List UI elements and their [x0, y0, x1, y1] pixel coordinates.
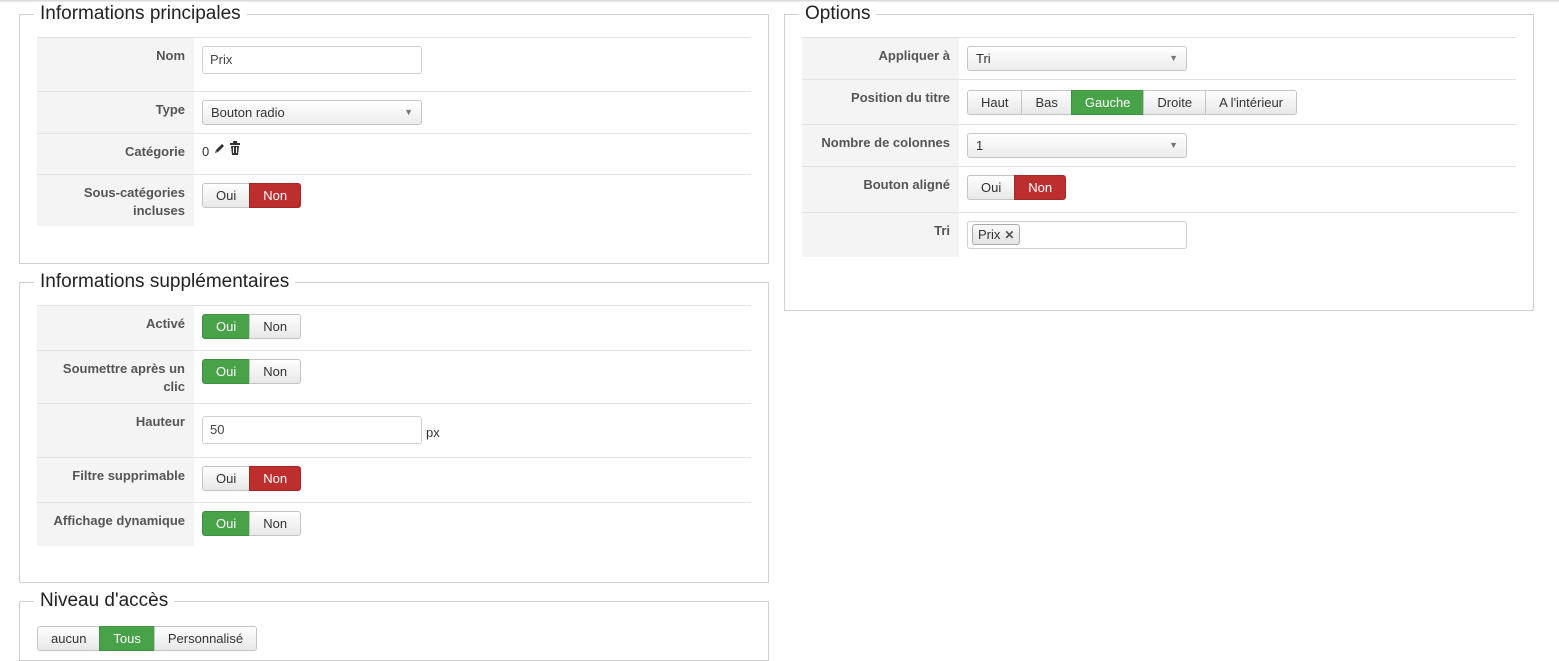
position-toggle: Haut Bas Gauche Droite A l'intérieur	[967, 90, 1298, 115]
row-type: Type Bouton radio ▼	[37, 91, 751, 133]
row-active: Activé Oui Non	[37, 305, 751, 350]
access-title: Niveau d'accès	[34, 589, 175, 613]
hauteur-label: Hauteur	[37, 404, 194, 457]
row-nom: Nom Prix	[37, 37, 751, 91]
affichage-toggle: Oui Non	[202, 511, 302, 536]
colonnes-value: 1	[976, 138, 984, 153]
position-interieur-button[interactable]: A l'intérieur	[1205, 90, 1298, 115]
colonnes-select[interactable]: 1 ▼	[967, 133, 1187, 158]
row-hauteur: Hauteur 50 px	[37, 403, 751, 457]
sous-categories-label: Sous-catégories incluses	[37, 175, 194, 226]
sous-categories-toggle: Oui Non	[202, 183, 302, 208]
sous-categories-non-button[interactable]: Non	[249, 183, 302, 208]
bouton-aligne-label: Bouton aligné	[802, 167, 959, 212]
soumettre-toggle: Oui Non	[202, 359, 302, 384]
row-soumettre: Soumettre après un clic Oui Non	[37, 350, 751, 403]
affichage-label: Affichage dynamique	[37, 503, 194, 546]
trash-icon[interactable]	[229, 141, 241, 158]
filtre-label: Filtre supprimable	[37, 458, 194, 502]
options-panel: Options Appliquer à Tri ▼ Position du ti…	[784, 2, 1534, 311]
appliquer-label: Appliquer à	[802, 38, 959, 79]
caret-down-icon: ▼	[404, 107, 413, 117]
bouton-aligne-toggle: Oui Non	[967, 175, 1067, 200]
row-position: Position du titre Haut Bas Gauche Droite…	[802, 79, 1516, 124]
filtre-toggle: Oui Non	[202, 466, 302, 491]
access-level-toggle: aucun Tous Personnalisé	[37, 626, 258, 651]
hauteur-unit: px	[426, 425, 440, 440]
position-label: Position du titre	[802, 80, 959, 124]
row-filtre: Filtre supprimable Oui Non	[37, 457, 751, 502]
row-affichage: Affichage dynamique Oui Non	[37, 502, 751, 546]
active-label: Activé	[37, 306, 194, 350]
soumettre-label: Soumettre après un clic	[37, 351, 194, 403]
row-categorie: Catégorie 0	[37, 133, 751, 174]
row-bouton-aligne: Bouton aligné Oui Non	[802, 166, 1516, 212]
main-info-title: Informations principales	[34, 2, 247, 26]
access-tous-button[interactable]: Tous	[99, 626, 155, 651]
position-haut-button[interactable]: Haut	[967, 90, 1023, 115]
row-sous-categories: Sous-catégories incluses Oui Non	[37, 174, 751, 226]
type-label: Type	[37, 92, 194, 133]
options-title: Options	[799, 2, 877, 26]
categorie-label: Catégorie	[37, 134, 194, 174]
bouton-aligne-oui-button[interactable]: Oui	[967, 175, 1016, 200]
type-select[interactable]: Bouton radio ▼	[202, 100, 422, 125]
access-personnalise-button[interactable]: Personnalisé	[153, 626, 258, 651]
extra-info-title: Informations supplémentaires	[34, 270, 296, 294]
tri-multiselect[interactable]: Prix ✕	[967, 221, 1187, 249]
hauteur-input[interactable]: 50	[202, 415, 422, 444]
position-gauche-button[interactable]: Gauche	[1070, 90, 1145, 115]
tri-label: Tri	[802, 213, 959, 257]
active-oui-button[interactable]: Oui	[202, 314, 251, 339]
soumettre-oui-button[interactable]: Oui	[202, 359, 251, 384]
sous-categories-oui-button[interactable]: Oui	[202, 183, 251, 208]
colonnes-label: Nombre de colonnes	[802, 125, 959, 166]
row-tri: Tri Prix ✕	[802, 212, 1516, 257]
tri-tag-prix: Prix ✕	[972, 222, 1021, 248]
access-panel: Niveau d'accès aucun Tous Personnalisé	[19, 589, 769, 661]
pencil-icon[interactable]	[213, 142, 226, 158]
appliquer-value: Tri	[976, 51, 991, 66]
affichage-oui-button[interactable]: Oui	[202, 511, 251, 536]
nom-label: Nom	[37, 38, 194, 91]
appliquer-select[interactable]: Tri ▼	[967, 46, 1187, 71]
position-droite-button[interactable]: Droite	[1143, 90, 1207, 115]
tri-tag-label: Prix	[978, 226, 1001, 242]
access-aucun-button[interactable]: aucun	[37, 626, 101, 651]
filtre-oui-button[interactable]: Oui	[202, 466, 251, 491]
bouton-aligne-non-button[interactable]: Non	[1014, 175, 1067, 200]
position-bas-button[interactable]: Bas	[1021, 90, 1072, 115]
affichage-non-button[interactable]: Non	[249, 511, 302, 536]
type-value: Bouton radio	[211, 105, 285, 120]
caret-down-icon: ▼	[1169, 140, 1178, 150]
extra-info-panel: Informations supplémentaires Activé Oui …	[19, 270, 769, 583]
filtre-non-button[interactable]: Non	[249, 466, 302, 491]
active-non-button[interactable]: Non	[249, 314, 302, 339]
row-colonnes: Nombre de colonnes 1 ▼	[802, 124, 1516, 166]
x-icon[interactable]: ✕	[1004, 222, 1014, 248]
nom-input[interactable]: Prix	[202, 46, 422, 74]
row-appliquer: Appliquer à Tri ▼	[802, 37, 1516, 79]
main-info-panel: Informations principales Nom Prix Type B…	[19, 2, 769, 264]
caret-down-icon: ▼	[1169, 53, 1178, 63]
active-toggle: Oui Non	[202, 314, 302, 339]
categorie-value: 0	[202, 144, 210, 159]
soumettre-non-button[interactable]: Non	[249, 359, 302, 384]
